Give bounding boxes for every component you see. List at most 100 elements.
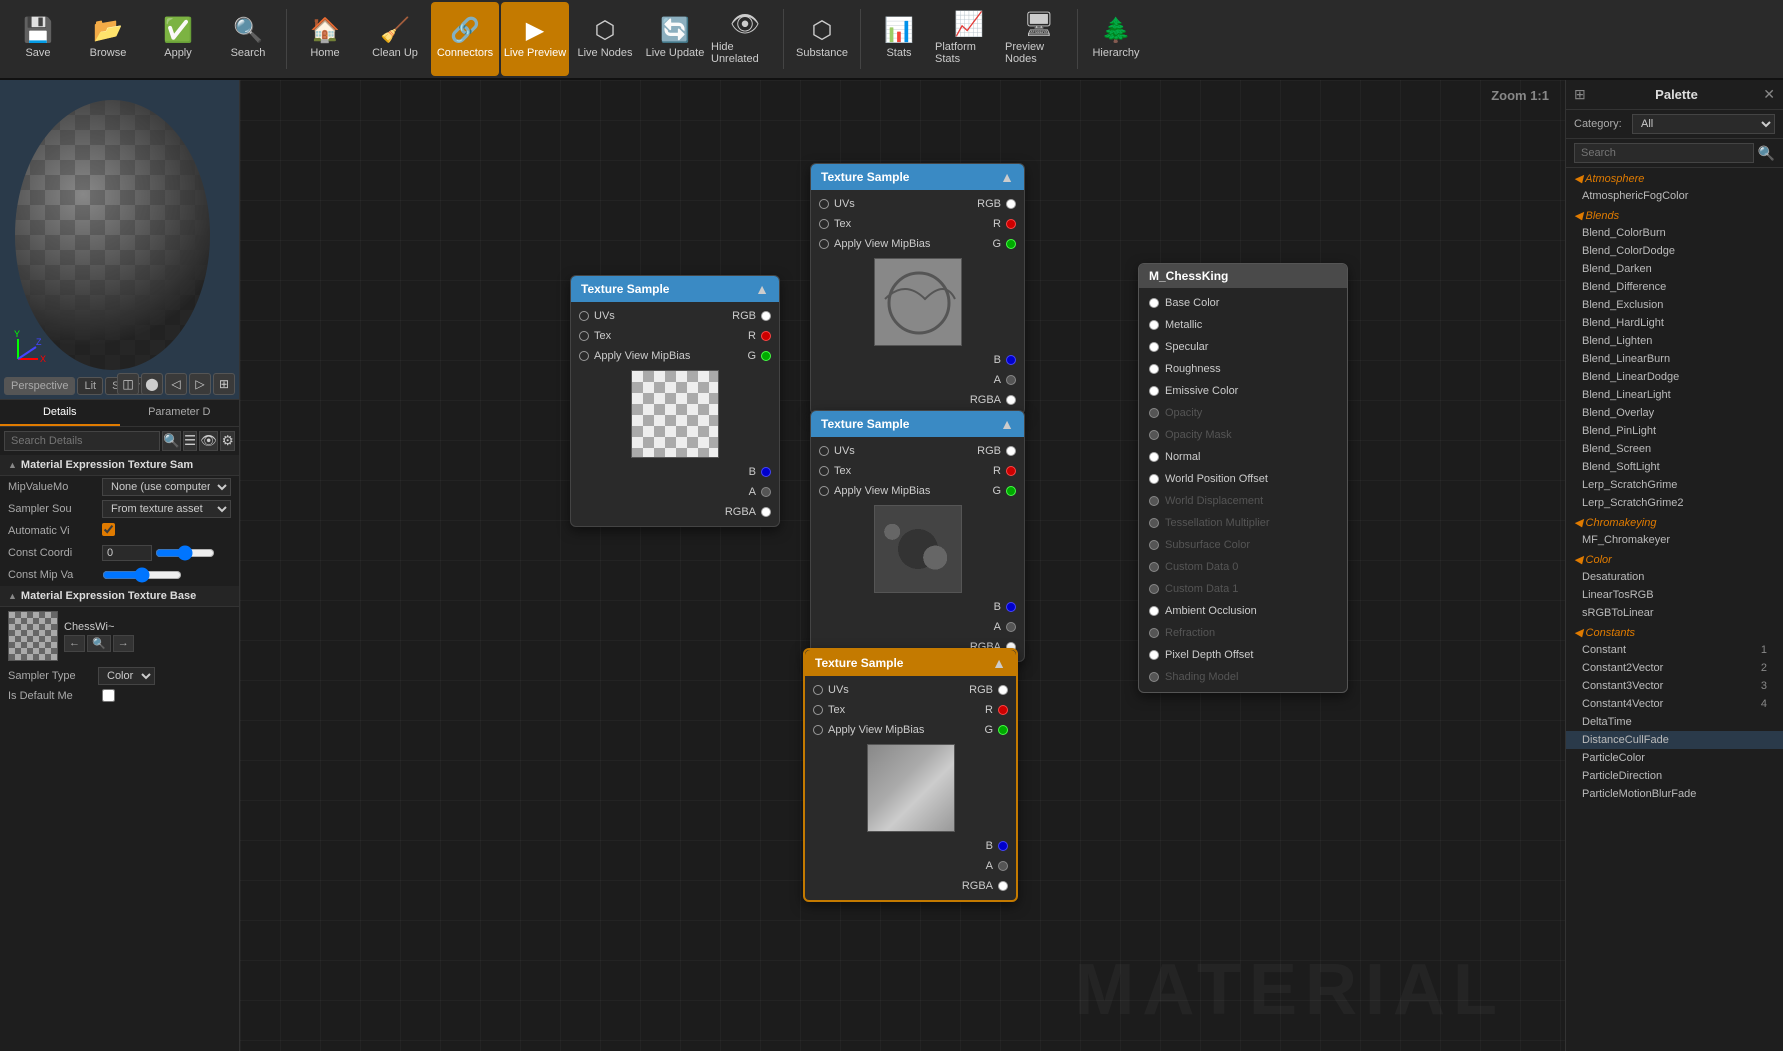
palette-item-particlecolor[interactable]: ParticleColor xyxy=(1566,749,1783,767)
palette-item-constant3[interactable]: Constant3Vector3 xyxy=(1566,677,1783,695)
palette-item-linearburn[interactable]: Blend_LinearBurn xyxy=(1566,350,1783,368)
palette-item-screen[interactable]: Blend_Screen xyxy=(1566,440,1783,458)
tb-livenodes[interactable]: ⬡ Live Nodes xyxy=(571,2,639,76)
details-search-btn[interactable]: 🔍 xyxy=(162,431,181,451)
tb-browse[interactable]: 📂 Browse xyxy=(74,2,142,76)
tb-platformstats[interactable]: 📈 Platform Stats xyxy=(935,2,1003,76)
palette-item-particledirection[interactable]: ParticleDirection xyxy=(1566,767,1783,785)
details-search-input[interactable] xyxy=(4,431,160,451)
palette-search-input[interactable] xyxy=(1574,143,1754,163)
palette-item-linearlight[interactable]: Blend_LinearLight xyxy=(1566,386,1783,404)
details-eye-btn[interactable]: 👁 xyxy=(199,431,218,451)
is-default-check[interactable] xyxy=(102,689,115,702)
sampler-type-select[interactable]: Color xyxy=(98,667,155,685)
tex-next-btn[interactable]: → xyxy=(113,635,134,652)
palette-item-constant2[interactable]: Constant2Vector2 xyxy=(1566,659,1783,677)
palette-item-atmosphericfogcolor[interactable]: AtmosphericFogColor xyxy=(1566,187,1783,205)
lit-btn[interactable]: Lit xyxy=(77,377,103,395)
palette-item-lineardodge[interactable]: Blend_LinearDodge xyxy=(1566,368,1783,386)
palette-item-particlemotionblur[interactable]: ParticleMotionBlurFade xyxy=(1566,785,1783,803)
node-tex4[interactable]: Texture Sample ▲ UVsRGB TexR Apply View … xyxy=(803,648,1018,902)
palette-group-constants[interactable]: ◀ Constants Constant1 Constant2Vector2 C… xyxy=(1566,622,1783,803)
tb-search[interactable]: 🔍 Search xyxy=(214,2,282,76)
palette-item-colorburn[interactable]: Blend_ColorBurn xyxy=(1566,224,1783,242)
palette-group-color[interactable]: ◀ Color Desaturation LinearTosRGB sRGBTo… xyxy=(1566,549,1783,622)
palette-item-srgbtolinear[interactable]: sRGBToLinear xyxy=(1566,604,1783,622)
node-tex2-collapse[interactable]: ▲ xyxy=(1000,169,1014,185)
palette-item-scratchgrime1[interactable]: Lerp_ScratchGrime xyxy=(1566,476,1783,494)
automaticvi-check[interactable] xyxy=(102,523,115,536)
tb-liveupdate[interactable]: 🔄 Live Update xyxy=(641,2,709,76)
tb-apply[interactable]: ✅ Apply xyxy=(144,2,212,76)
palette-item-softlight[interactable]: Blend_SoftLight xyxy=(1566,458,1783,476)
prop-mipvalue: MipValueMo None (use computer xyxy=(0,476,239,498)
palette-item-chromakeyer[interactable]: MF_Chromakeyer xyxy=(1566,531,1783,549)
tab-details[interactable]: Details xyxy=(0,400,120,426)
constmipva-slider[interactable] xyxy=(102,567,182,583)
out-emissive: Emissive Color xyxy=(1139,380,1347,402)
palette-item-exclusion[interactable]: Blend_Exclusion xyxy=(1566,296,1783,314)
palette-item-pinlight[interactable]: Blend_PinLight xyxy=(1566,422,1783,440)
view-btn-4[interactable]: ▷ xyxy=(189,373,211,395)
tb-substance[interactable]: ⬡ Substance xyxy=(788,2,856,76)
mipvalue-select[interactable]: None (use computer xyxy=(102,478,231,496)
palette-item-difference[interactable]: Blend_Difference xyxy=(1566,278,1783,296)
tb-cleanup[interactable]: 🧹 Clean Up xyxy=(361,2,429,76)
node-tex4-collapse[interactable]: ▲ xyxy=(992,655,1006,671)
section-tex-base[interactable]: Material Expression Texture Base xyxy=(0,586,239,607)
node-mchessking[interactable]: M_ChessKing Base Color Metallic Specular… xyxy=(1138,263,1348,693)
constcoordi-input[interactable] xyxy=(102,545,152,561)
node-tex2[interactable]: Texture Sample ▲ UVsRGB TexR Apply View … xyxy=(810,163,1025,415)
tb-save[interactable]: 💾 Save xyxy=(4,2,72,76)
palette-group-chroma[interactable]: ◀ Chromakeying MF_Chromakeyer xyxy=(1566,512,1783,549)
node-tex1[interactable]: Texture Sample ▲ UVs RGB Tex R Apply Vie… xyxy=(570,275,780,527)
palette-item-overlay[interactable]: Blend_Overlay xyxy=(1566,404,1783,422)
view-btn-2[interactable]: ⬤ xyxy=(141,373,163,395)
canvas-area[interactable]: Zoom 1:1 MATERIAL Texture Sample ▲ UVs xyxy=(240,80,1565,1051)
view-btn-1[interactable]: ◫ xyxy=(117,373,139,395)
view-btn-5[interactable]: ⊞ xyxy=(213,373,235,395)
section-tex-sample[interactable]: Material Expression Texture Sam xyxy=(0,455,239,476)
samplersou-value: From texture asset xyxy=(102,500,231,518)
svg-text:Y: Y xyxy=(14,329,20,339)
details-gear-btn[interactable]: ⚙ xyxy=(220,431,235,451)
tb-hierarchy[interactable]: 🌲 Hierarchy xyxy=(1082,2,1150,76)
details-list-btn[interactable]: ☰ xyxy=(183,431,198,451)
palette-item-darken[interactable]: Blend_Darken xyxy=(1566,260,1783,278)
palette-item-lineartosrgb[interactable]: LinearTosRGB xyxy=(1566,586,1783,604)
palette-group-atmosphere[interactable]: ◀ Atmosphere AtmosphericFogColor xyxy=(1566,168,1783,205)
palette-cat-select[interactable]: All xyxy=(1632,114,1775,134)
palette-item-deltatime[interactable]: DeltaTime xyxy=(1566,713,1783,731)
view-btn-3[interactable]: ◁ xyxy=(165,373,187,395)
palette-item-constant[interactable]: Constant1 xyxy=(1566,641,1783,659)
palette-group-blends[interactable]: ◀ Blends Blend_ColorBurn Blend_ColorDodg… xyxy=(1566,205,1783,512)
tex-name: ChessWi~ xyxy=(64,621,134,633)
tb-stats[interactable]: 📊 Stats xyxy=(865,2,933,76)
palette-close-btn[interactable]: ✕ xyxy=(1763,86,1775,103)
tex-prev-btn[interactable]: ← xyxy=(64,635,85,652)
tb-substance-label: Substance xyxy=(796,47,848,59)
tab-parameterD[interactable]: Parameter D xyxy=(120,400,240,426)
palette-item-colordodge[interactable]: Blend_ColorDodge xyxy=(1566,242,1783,260)
palette-item-desaturation[interactable]: Desaturation xyxy=(1566,568,1783,586)
out-worlddisp: World Displacement xyxy=(1139,490,1347,512)
samplersou-select[interactable]: From texture asset xyxy=(102,500,231,518)
tb-hideunrelated[interactable]: 👁 Hide Unrelated xyxy=(711,2,779,76)
palette-item-lighten[interactable]: Blend_Lighten xyxy=(1566,332,1783,350)
prop-samplersou: Sampler Sou From texture asset xyxy=(0,498,239,520)
tb-connectors[interactable]: 🔗 Connectors xyxy=(431,2,499,76)
node-tex3-collapse[interactable]: ▲ xyxy=(1000,416,1014,432)
node-tex3[interactable]: Texture Sample ▲ UVsRGB TexR Apply View … xyxy=(810,410,1025,662)
palette-item-scratchgrime2[interactable]: Lerp_ScratchGrime2 xyxy=(1566,494,1783,512)
tb-home[interactable]: 🏠 Home xyxy=(291,2,359,76)
node-tex1-collapse[interactable]: ▲ xyxy=(755,281,769,297)
palette-item-hardlight[interactable]: Blend_HardLight xyxy=(1566,314,1783,332)
palette-item-constant4[interactable]: Constant4Vector4 xyxy=(1566,695,1783,713)
tb-livepreview[interactable]: ▶ Live Preview xyxy=(501,2,569,76)
tb-liveupdate-label: Live Update xyxy=(646,47,705,59)
perspective-btn[interactable]: Perspective xyxy=(4,377,75,395)
tb-previewnodes[interactable]: 🖥 Preview Nodes xyxy=(1005,2,1073,76)
palette-item-distancecullfade[interactable]: DistanceCullFade xyxy=(1566,731,1783,749)
constcoordi-slider[interactable] xyxy=(155,545,215,561)
tex-find-btn[interactable]: 🔍 xyxy=(87,635,111,652)
